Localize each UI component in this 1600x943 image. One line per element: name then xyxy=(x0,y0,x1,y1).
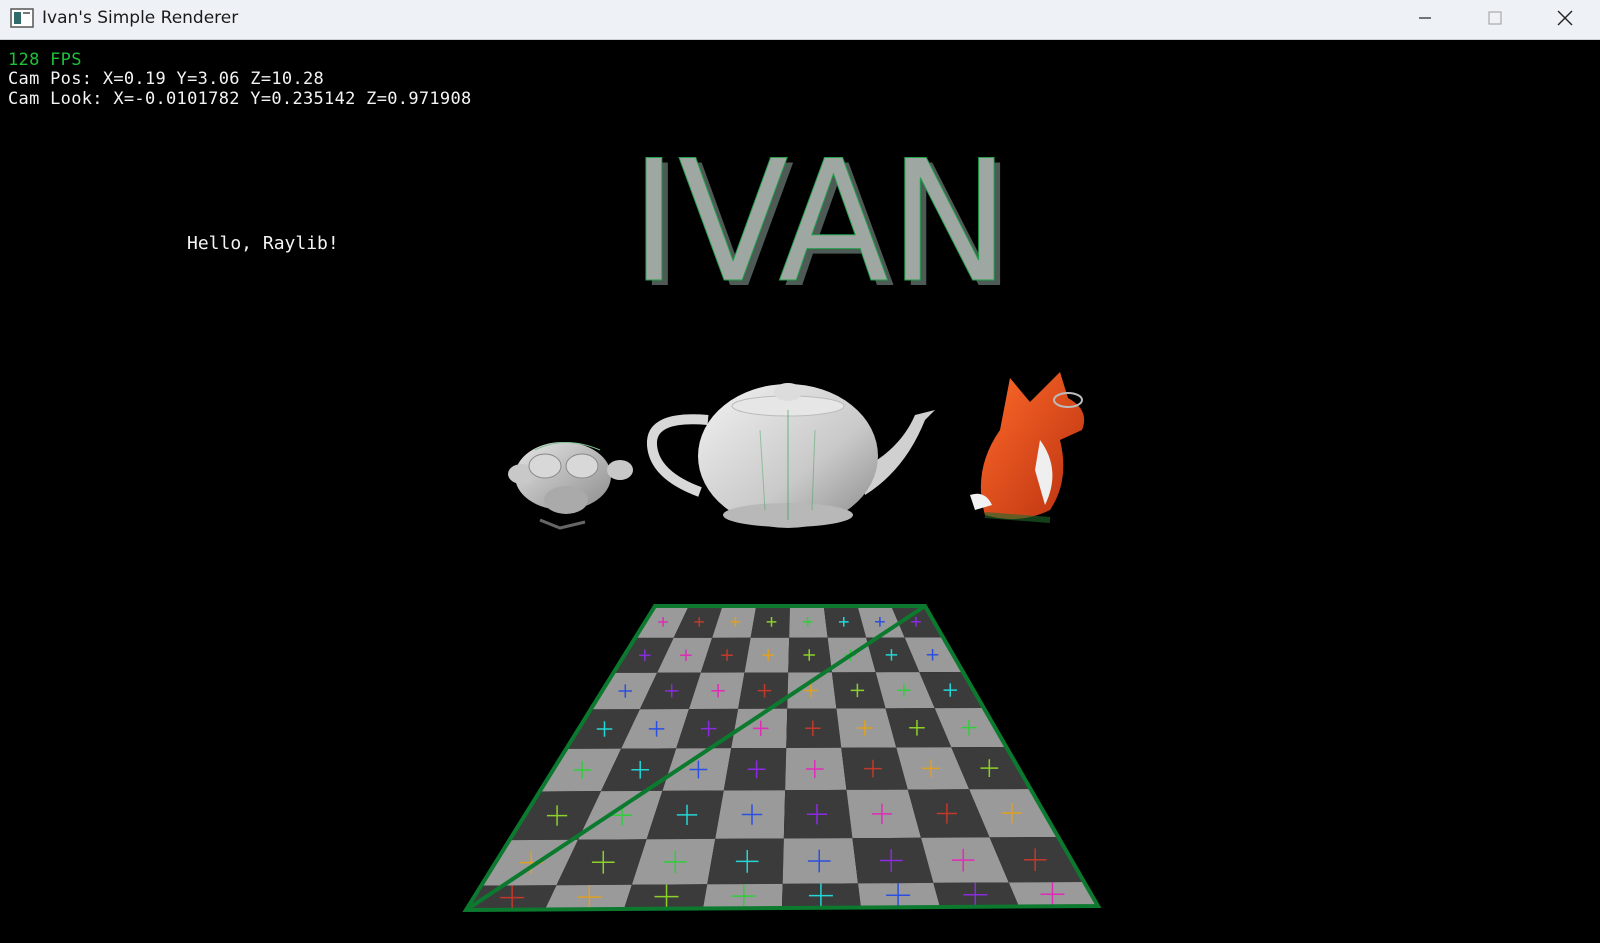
maximize-icon xyxy=(1488,11,1502,25)
ivan-3d-text: IVAN IVAN xyxy=(630,124,1017,326)
monkey-model xyxy=(508,442,633,530)
fps-counter: 128 FPS xyxy=(8,50,82,70)
maximize-button[interactable] xyxy=(1460,0,1530,36)
hello-raylib-text: Hello, Raylib! xyxy=(187,233,339,254)
scene-canvas: IVAN IVAN xyxy=(462,124,1102,913)
ivan-text-face: IVAN xyxy=(630,124,1010,320)
teapot-model xyxy=(647,383,935,528)
render-viewport[interactable]: IVAN IVAN 128 FPS Cam Pos: X=0.19 Y=3.06… xyxy=(0,40,1600,943)
minimize-icon xyxy=(1419,17,1431,19)
minimize-button[interactable] xyxy=(1390,0,1460,36)
title-bar[interactable]: Ivan's Simple Renderer xyxy=(0,0,1600,40)
camera-look-readout: Cam Look: X=-0.0101782 Y=0.235142 Z=0.97… xyxy=(8,89,472,109)
app-window: Ivan's Simple Renderer IVAN IVAN 128 FPS… xyxy=(0,0,1600,943)
window-title: Ivan's Simple Renderer xyxy=(42,8,239,28)
fox-model xyxy=(970,372,1085,523)
close-button[interactable] xyxy=(1530,0,1600,36)
app-icon xyxy=(10,8,34,32)
close-icon xyxy=(1557,10,1573,26)
camera-position-readout: Cam Pos: X=0.19 Y=3.06 Z=10.28 xyxy=(8,69,325,89)
checkerboard-floor xyxy=(462,604,1102,913)
